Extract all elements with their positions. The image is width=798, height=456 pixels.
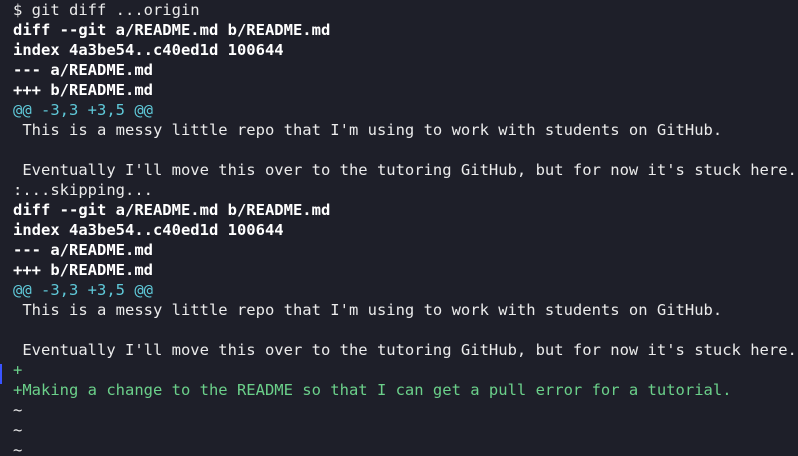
added-line: +: [13, 361, 23, 379]
terminal-cursor: [0, 364, 2, 384]
context-line: Eventually I'll move this over to the tu…: [13, 341, 797, 359]
context-line: This is a messy little repo that I'm usi…: [13, 121, 723, 139]
diff-old-file: --- a/README.md: [13, 241, 153, 259]
pager-tilde: ~: [13, 401, 23, 419]
diff-header: diff --git a/README.md b/README.md: [13, 201, 331, 219]
diff-index: index 4a3be54..c40ed1d 100644: [13, 221, 284, 239]
diff-old-file: --- a/README.md: [13, 61, 153, 79]
command-line: $ git diff ...origin: [13, 1, 200, 19]
hunk-header: @@ -3,3 +3,5 @@: [13, 101, 153, 119]
pager-skipping: :...skipping...: [13, 181, 153, 199]
pager-tilde: ~: [13, 441, 23, 456]
added-line: +Making a change to the README so that I…: [13, 381, 732, 399]
context-line: This is a messy little repo that I'm usi…: [13, 301, 723, 319]
diff-header: diff --git a/README.md b/README.md: [13, 21, 331, 39]
diff-index: index 4a3be54..c40ed1d 100644: [13, 41, 284, 59]
diff-new-file: +++ b/README.md: [13, 261, 153, 279]
hunk-header: @@ -3,3 +3,5 @@: [13, 281, 153, 299]
context-line: Eventually I'll move this over to the tu…: [13, 161, 797, 179]
terminal-window[interactable]: $ git diff ...origin diff --git a/README.…: [0, 0, 798, 456]
pager-tilde: ~: [13, 421, 23, 439]
diff-new-file: +++ b/README.md: [13, 81, 153, 99]
